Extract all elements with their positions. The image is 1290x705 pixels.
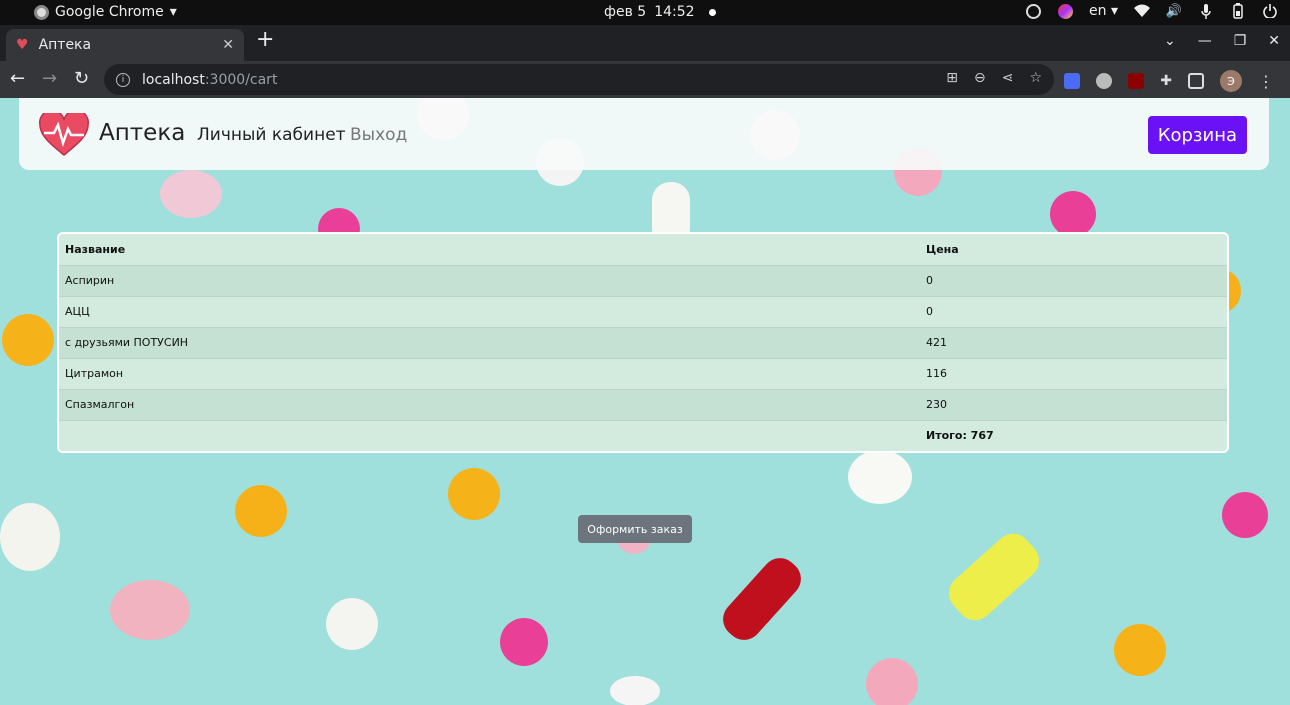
forward-icon[interactable]: → <box>42 68 57 89</box>
profile-avatar[interactable]: Э <box>1220 70 1242 92</box>
url-path: :3000/cart <box>204 71 278 88</box>
table-row: Аспирин 0 <box>59 265 1227 297</box>
system-tray[interactable]: en ▾ 🔊 <box>1025 3 1278 19</box>
table-row: АЦЦ 0 <box>59 296 1227 328</box>
figma-icon[interactable] <box>1057 3 1073 19</box>
translate-extension-icon[interactable] <box>1064 73 1081 89</box>
clock[interactable]: фев 5 14:52 <box>604 4 716 20</box>
new-tab-icon[interactable]: + <box>256 29 274 51</box>
tab-apteka[interactable]: ♥ Аптека ✕ <box>6 29 244 61</box>
share-icon[interactable]: ⋖ <box>1002 70 1014 86</box>
heart-favicon-icon: ♥ <box>16 37 29 53</box>
address-bar[interactable]: i localhost:3000/cart ⊞ ⊖ ⋖ ☆ <box>104 64 1054 95</box>
nav-link-account[interactable]: Личный кабинет <box>197 125 346 145</box>
time-label: 14:52 <box>654 4 695 20</box>
product-name: Цитрамон <box>59 358 920 390</box>
product-name: Аспирин <box>59 265 920 297</box>
battery-icon[interactable] <box>1230 3 1246 19</box>
system-top-bar: Google Chrome ▾ фев 5 14:52 en ▾ 🔊 <box>0 0 1290 25</box>
translate-icon[interactable]: ⊞ <box>946 70 958 86</box>
place-order-button[interactable]: Оформить заказ <box>578 515 692 543</box>
product-name: АЦЦ <box>59 296 920 328</box>
product-price: 421 <box>920 327 1227 359</box>
window-controls: ⌄ — ❐ ✕ <box>1164 33 1280 49</box>
site-navbar: Аптека Личный кабинет Выход Корзина <box>19 98 1269 170</box>
obs-icon[interactable] <box>1025 3 1041 19</box>
chrome-icon <box>34 4 49 20</box>
app-name: Google Chrome <box>55 4 164 20</box>
product-price: 230 <box>920 389 1227 421</box>
globe-extension-icon[interactable] <box>1096 73 1113 89</box>
brand-title[interactable]: Аптека <box>99 120 185 146</box>
total-spacer <box>59 420 920 451</box>
tab-search-icon[interactable]: ⌄ <box>1164 33 1176 49</box>
total-row: Итого: 767 <box>59 420 1227 451</box>
header-price: Цена <box>920 234 1227 266</box>
product-price: 116 <box>920 358 1227 390</box>
minimize-icon[interactable]: — <box>1198 33 1212 49</box>
app-menu[interactable]: Google Chrome ▾ <box>34 4 177 20</box>
bookmark-star-icon[interactable]: ☆ <box>1029 70 1042 86</box>
close-window-icon[interactable]: ✕ <box>1268 33 1280 49</box>
header-name: Название <box>59 234 920 266</box>
language-indicator[interactable]: en ▾ <box>1089 3 1118 19</box>
product-price: 0 <box>920 296 1227 328</box>
back-icon[interactable]: ← <box>10 68 25 89</box>
table-row: с друзьями ПОТУСИН 421 <box>59 327 1227 359</box>
omnibox-actions: ⊞ ⊖ ⋖ ☆ <box>946 70 1042 86</box>
cart-table: Название Цена Аспирин 0 АЦЦ 0 с друзьями… <box>57 232 1229 453</box>
zoom-icon[interactable]: ⊖ <box>974 70 986 86</box>
browser-toolbar: ← → ↻ i localhost:3000/cart ⊞ ⊖ ⋖ ☆ ✚ Э … <box>0 61 1290 98</box>
close-tab-icon[interactable]: ✕ <box>222 37 234 53</box>
page-viewport: Аптека Личный кабинет Выход Корзина Назв… <box>0 98 1290 705</box>
cart-button[interactable]: Корзина <box>1147 116 1247 154</box>
heart-logo-icon[interactable] <box>39 113 89 157</box>
nav-link-logout[interactable]: Выход <box>350 125 407 145</box>
reload-icon[interactable]: ↻ <box>74 68 89 89</box>
microphone-icon[interactable] <box>1198 3 1214 19</box>
volume-icon[interactable]: 🔊 <box>1166 3 1182 19</box>
tab-strip: ♥ Аптека ✕ + ⌄ — ❐ ✕ <box>0 25 1290 61</box>
table-row: Цитрамон 116 <box>59 358 1227 390</box>
puzzle-extensions-icon[interactable]: ✚ <box>1160 73 1172 89</box>
wifi-icon[interactable] <box>1134 3 1150 19</box>
site-info-icon[interactable]: i <box>116 72 130 87</box>
menu-kebab-icon[interactable]: ⋮ <box>1258 72 1274 91</box>
table-row: Спазмалгон 230 <box>59 389 1227 421</box>
extensions-area: ✚ Э ⋮ <box>1064 70 1274 92</box>
product-name: с друзьями ПОТУСИН <box>59 327 920 359</box>
restore-icon[interactable]: ❐ <box>1234 33 1247 49</box>
chevron-down-icon: ▾ <box>169 4 177 20</box>
power-icon[interactable] <box>1262 3 1278 19</box>
notification-dot-icon <box>708 8 716 16</box>
side-panel-icon[interactable] <box>1188 73 1204 89</box>
url-host: localhost <box>142 71 205 88</box>
date-label: фев 5 <box>604 4 647 20</box>
tab-title: Аптека <box>38 37 92 53</box>
total-label: Итого: 767 <box>920 420 1227 451</box>
product-price: 0 <box>920 265 1227 297</box>
ublock-extension-icon[interactable] <box>1128 73 1145 89</box>
product-name: Спазмалгон <box>59 389 920 421</box>
